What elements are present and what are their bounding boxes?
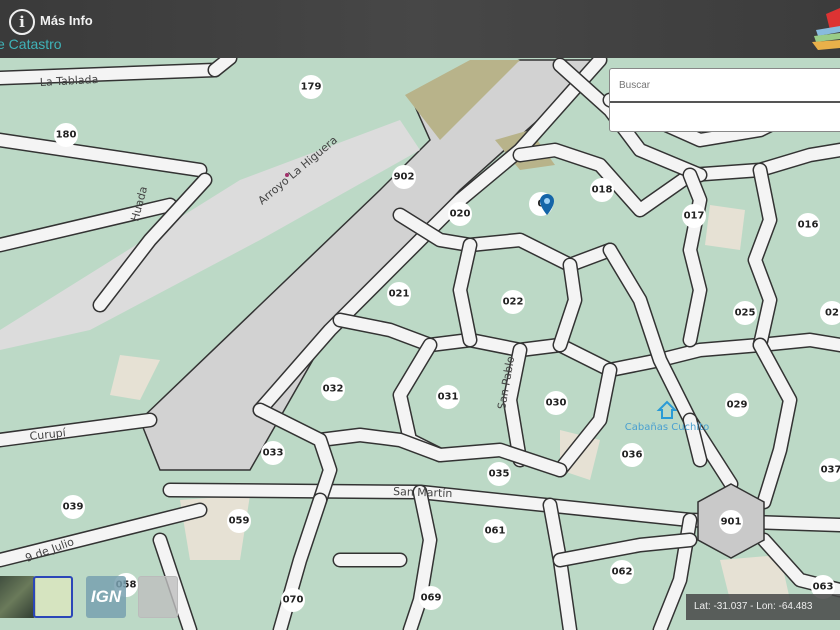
search-input[interactable] [610, 69, 840, 103]
parcel-label[interactable]: 036 [620, 443, 644, 467]
parcel-label[interactable]: 021 [387, 282, 411, 306]
parcel-label[interactable]: 030 [544, 391, 568, 415]
parcel-label[interactable]: 070 [281, 588, 305, 612]
parcel-number: 030 [546, 398, 567, 409]
parcel-label[interactable]: 016 [796, 213, 820, 237]
parcel-label[interactable]: 017 [682, 204, 706, 228]
map-canvas[interactable]: Cabañas Cuchito La TabladaHuada Arroyo La… [0, 58, 840, 630]
parcel-label[interactable]: 061 [483, 519, 507, 543]
parcel-number: 069 [421, 593, 442, 604]
parcel-number: 061 [485, 526, 506, 537]
parcel-number: 022 [503, 297, 524, 308]
parcel-label[interactable]: 032 [321, 377, 345, 401]
parcel-number: 017 [684, 211, 705, 222]
layer-satellite[interactable] [0, 576, 36, 618]
parcel-number: 029 [727, 400, 748, 411]
parcel-number: 032 [323, 384, 344, 395]
parcel-number: 020 [450, 209, 471, 220]
parcel-number: 901 [721, 517, 742, 528]
info-icon[interactable]: i [9, 9, 35, 35]
search-box [609, 68, 840, 132]
parcel-label[interactable]: 059 [227, 509, 251, 533]
parcel-number: 02 [825, 308, 839, 319]
parcel-label[interactable]: 031 [436, 385, 460, 409]
parcel-label[interactable]: 039 [61, 495, 85, 519]
catastro-logo-icon [812, 8, 840, 50]
parcel-number: 036 [622, 450, 643, 461]
parcel-number: 025 [735, 308, 756, 319]
layer-street-map[interactable] [33, 576, 73, 618]
parcel-label[interactable]: 179 [299, 75, 323, 99]
parcel-number: 062 [612, 567, 633, 578]
coordinates-readout: Lat: -31.037 - Lon: -64.483 [686, 594, 840, 620]
parcel-number: 179 [301, 82, 322, 93]
parcel-label[interactable]: 180 [54, 123, 78, 147]
parcel-label[interactable]: 035 [487, 462, 511, 486]
parcel-label[interactable]: 902 [392, 165, 416, 189]
layer-ign[interactable]: IGN [86, 576, 126, 618]
parcel-number: 063 [813, 582, 834, 593]
parcel-number: 035 [489, 469, 510, 480]
parcel-number: 021 [389, 289, 410, 300]
parcel-number: 031 [438, 392, 459, 403]
parcel-number: 070 [283, 595, 304, 606]
layer-plain[interactable] [138, 576, 178, 618]
parcel-label[interactable]: 025 [733, 301, 757, 325]
parcel-label[interactable]: 062 [610, 560, 634, 584]
street-segment [0, 64, 221, 84]
parcel-number: 018 [592, 185, 613, 196]
parcel-label[interactable]: 020 [448, 202, 472, 226]
map-dot [285, 173, 289, 177]
parcel-label[interactable]: 901 [719, 510, 743, 534]
parcel-label[interactable]: 018 [590, 178, 614, 202]
parcel-label[interactable]: 029 [725, 393, 749, 417]
parcel-label[interactable]: 069 [419, 586, 443, 610]
parcel-number: 039 [63, 502, 84, 513]
parcel-label[interactable]: 033 [261, 441, 285, 465]
parcel-number: 037 [821, 465, 840, 476]
parcel-number: 033 [263, 448, 284, 459]
parcel-number: 902 [394, 172, 415, 183]
more-info-button[interactable]: Más Info [40, 13, 93, 28]
street-label: San Martín [393, 485, 453, 500]
parcel-number: 180 [56, 130, 77, 141]
top-bar: i Más Info e Catastro [0, 0, 840, 58]
parcel-number: 016 [798, 220, 819, 231]
poi-label: Cabañas Cuchito [625, 422, 709, 433]
parcel-label[interactable]: 022 [501, 290, 525, 314]
parcel-number: 059 [229, 516, 250, 527]
app-subtitle: e Catastro [0, 36, 62, 52]
